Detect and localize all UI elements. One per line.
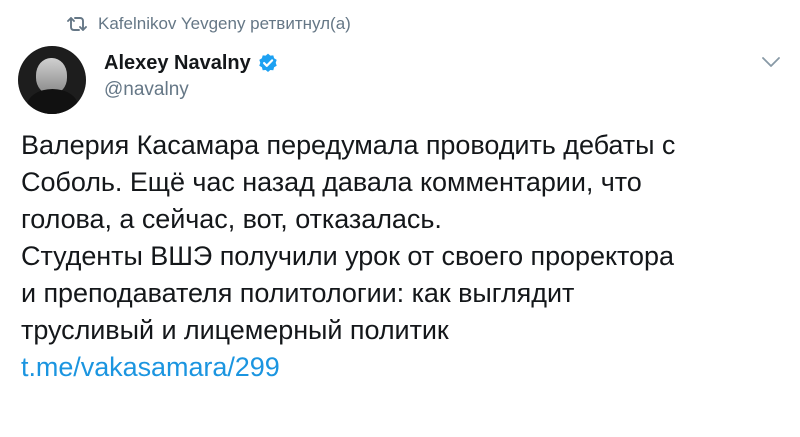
chevron-down-icon[interactable] bbox=[759, 50, 783, 74]
tweet-line: голова, а сейчас, вот, отказалась. bbox=[21, 204, 442, 234]
tweet-line: и преподавателя политологии: как выгляди… bbox=[21, 278, 575, 308]
retweet-context[interactable]: Kafelnikov Yevgeny ретвитнул(а) bbox=[66, 10, 351, 38]
author-handle[interactable]: @navalny bbox=[104, 79, 279, 101]
retweet-icon bbox=[66, 14, 88, 34]
tweet-line: Студенты ВШЭ получили урок от своего про… bbox=[21, 241, 674, 271]
tweet-text: Валерия Касамара передумала проводить де… bbox=[21, 127, 786, 386]
tweet-link[interactable]: t.me/vakasamara/299 bbox=[21, 349, 280, 386]
tweet-line: Соболь. Ещё час назад давала комментарии… bbox=[21, 167, 642, 197]
author-name[interactable]: Alexey Navalny bbox=[104, 52, 251, 75]
verified-badge-icon bbox=[257, 52, 279, 74]
tweet-line: трусливый и лицемерный политик bbox=[21, 315, 449, 345]
avatar[interactable] bbox=[18, 46, 86, 114]
tweet-line: Валерия Касамара передумала проводить де… bbox=[21, 130, 676, 160]
retweet-text: Kafelnikov Yevgeny ретвитнул(а) bbox=[98, 14, 351, 33]
tweet-link-line: t.me/vakasamara/299 bbox=[21, 349, 786, 386]
author-block[interactable]: Alexey Navalny @navalny bbox=[104, 50, 279, 101]
author-name-row[interactable]: Alexey Navalny bbox=[104, 50, 279, 76]
